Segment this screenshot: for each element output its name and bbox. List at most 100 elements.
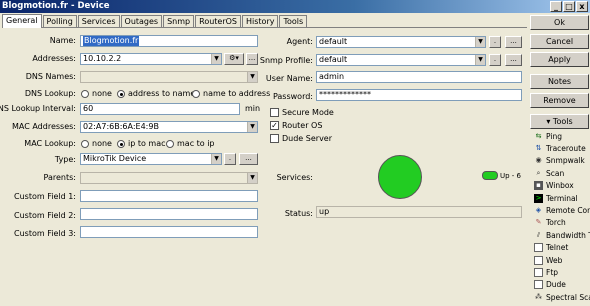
chevron-down-icon[interactable]: ▼ — [475, 55, 485, 65]
close-button[interactable]: x — [576, 1, 588, 12]
snmp-profile-label: Snmp Profile: — [259, 56, 313, 65]
torch-icon: ✎ — [535, 218, 542, 227]
type-edit-button[interactable]: . — [224, 153, 236, 165]
type-label: Type: — [54, 155, 76, 164]
ftp-icon — [534, 267, 543, 277]
dns-interval-input[interactable]: 60 — [80, 103, 240, 115]
notes-button[interactable]: Notes — [530, 74, 589, 89]
agent-more-button[interactable]: ... — [505, 36, 522, 48]
status-field: up — [316, 206, 522, 218]
custom-field-3-label: Custom Field 3: — [14, 229, 76, 238]
mac-lookup-iptomac-radio[interactable] — [117, 140, 125, 148]
general-panel — [2, 27, 527, 306]
snmp-edit-button[interactable]: . — [489, 54, 501, 66]
scan-icon: ⌕ — [536, 168, 541, 177]
tools-button[interactable]: ▾ Tools — [530, 114, 589, 129]
agent-label: Agent: — [286, 37, 313, 46]
web-icon — [534, 255, 543, 265]
type-more-button[interactable]: ... — [239, 153, 258, 165]
dns-interval-unit: min — [245, 104, 261, 113]
dns-lookup-address-radio[interactable] — [117, 90, 125, 98]
parents-input[interactable]: ▼ — [80, 172, 258, 184]
chevron-down-icon[interactable]: ▼ — [475, 37, 485, 47]
address-more-button[interactable]: ... — [246, 53, 258, 65]
snmpwalk-icon: ◉ — [535, 156, 542, 165]
services-label: Services: — [276, 173, 313, 182]
ok-button[interactable]: Ok — [530, 15, 589, 30]
secure-mode-checkbox[interactable] — [270, 108, 279, 117]
dns-names-label: DNS Names: — [25, 72, 76, 81]
custom-field-1-input[interactable] — [80, 190, 258, 202]
type-select[interactable]: MikroTik Device ▼ — [80, 153, 222, 165]
dns-names-input[interactable]: ▼ — [80, 71, 258, 83]
custom-field-3-input[interactable] — [80, 226, 258, 238]
tool-telnet[interactable]: Telnet — [530, 242, 590, 254]
dude-server-checkbox[interactable] — [270, 134, 279, 143]
tool-dude[interactable]: Dude — [530, 279, 590, 291]
cancel-button[interactable]: Cancel — [530, 34, 589, 49]
dns-lookup-none-radio[interactable] — [81, 90, 89, 98]
mac-lookup-mactoip-label: mac to ip — [177, 139, 215, 148]
remote-icon: ◈ — [535, 206, 542, 215]
mac-lookup-none-label: none — [92, 139, 112, 148]
services-up-badge: Up - 6 — [500, 172, 521, 180]
dns-lookup-address-label: address to name — [128, 89, 196, 98]
chevron-down-icon[interactable]: ▼ — [211, 54, 221, 64]
mac-addresses-label: MAC Addresses: — [11, 122, 76, 131]
agent-select[interactable]: default ▼ — [316, 36, 486, 48]
traceroute-icon: ⇅ — [535, 144, 542, 153]
minimize-button[interactable]: _ — [550, 1, 562, 12]
addresses-input[interactable]: 10.10.2.2 ▼ — [80, 53, 222, 65]
router-os-label: Router OS — [282, 121, 323, 130]
custom-field-2-label: Custom Field 2: — [14, 211, 76, 220]
dns-interval-label: DNS Lookup Interval: — [0, 104, 76, 113]
tool-terminal[interactable]: > Terminal — [530, 192, 590, 204]
tool-torch[interactable]: ✎ Torch — [530, 217, 590, 229]
agent-edit-button[interactable]: . — [489, 36, 501, 48]
router-os-checkbox[interactable]: ✓ — [270, 121, 279, 130]
mac-lookup-mactoip-radio[interactable] — [166, 140, 174, 148]
ping-icon: ⇆ — [535, 131, 542, 140]
winbox-icon: ▪ — [534, 181, 543, 191]
secure-mode-label: Secure Mode — [282, 108, 334, 117]
agent-value: default — [319, 37, 348, 46]
chevron-down-icon[interactable]: ▼ — [247, 72, 257, 82]
mac-addresses-value: 02:A7:6B:6A:E4:9B — [83, 122, 159, 131]
tools-list: ⇆ Ping ⇅ Traceroute ◉ Snmpwalk ⌕ Scan ▪ Winbo… — [530, 130, 590, 306]
snmp-more-button[interactable]: ... — [505, 54, 522, 66]
dns-lookup-name-radio[interactable] — [192, 90, 200, 98]
custom-field-2-input[interactable] — [80, 208, 258, 220]
remove-button[interactable]: Remove — [530, 93, 589, 108]
dns-lookup-none-label: none — [92, 89, 112, 98]
title-bar: Blogmotion.fr - Device _ □ x — [0, 0, 590, 13]
tab-bar: General Polling Services Outages Snmp Ro… — [2, 14, 308, 28]
password-label: Password: — [272, 92, 313, 101]
chevron-down-icon[interactable]: ▼ — [247, 173, 257, 183]
mac-lookup-none-radio[interactable] — [81, 140, 89, 148]
password-input[interactable]: ************* — [316, 89, 522, 101]
apply-button[interactable]: Apply — [530, 52, 589, 67]
tool-bandwidth[interactable]: ⫽Bandwidth Te — [530, 229, 590, 241]
name-input[interactable]: Blogmotion.fr — [80, 35, 258, 47]
status-label: Status: — [284, 209, 313, 218]
tool-ftp[interactable]: Ftp — [530, 266, 590, 278]
mac-addresses-input[interactable]: 02:A7:6B:6A:E4:9B ▼ — [80, 121, 258, 133]
tool-remote-conn[interactable]: ◈Remote Conn — [530, 204, 590, 216]
tool-scan[interactable]: ⌕ Scan — [530, 167, 590, 179]
services-up-pill — [482, 171, 498, 180]
user-name-input[interactable]: admin — [316, 71, 522, 83]
tool-winbox[interactable]: ▪ Winbox — [530, 180, 590, 192]
tool-web[interactable]: Web — [530, 254, 590, 266]
tool-traceroute[interactable]: ⇅ Traceroute — [530, 142, 590, 154]
tool-ping[interactable]: ⇆ Ping — [530, 130, 590, 142]
tab-general[interactable]: General — [2, 14, 42, 28]
tool-snmpwalk[interactable]: ◉ Snmpwalk — [530, 155, 590, 167]
user-name-label: User Name: — [265, 74, 313, 83]
chevron-down-icon[interactable]: ▼ — [247, 122, 257, 132]
tool-spectral-scan[interactable]: ⁂Spectral Scan — [530, 291, 590, 303]
snmp-profile-select[interactable]: default ▼ — [316, 54, 486, 66]
chevron-down-icon[interactable]: ▼ — [211, 154, 221, 164]
mac-lookup-iptomac-label: ip to mac — [128, 139, 166, 148]
maximize-button[interactable]: □ — [563, 1, 575, 12]
address-tools-button[interactable]: ⚙▾ — [224, 53, 244, 65]
